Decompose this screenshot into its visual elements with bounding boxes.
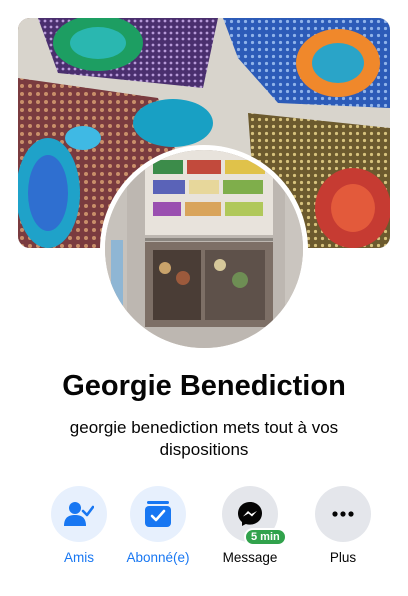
more-button[interactable]: Plus bbox=[298, 486, 388, 565]
profile-name: Georgie Benediction bbox=[62, 370, 346, 402]
profile-actions: Amis Abonné(e) 5 min Message Plus bbox=[0, 486, 408, 576]
subscribed-check-icon bbox=[145, 501, 171, 527]
subscribed-button[interactable]: Abonné(e) bbox=[113, 486, 203, 565]
more-button-label: Plus bbox=[329, 550, 357, 565]
message-button-circle[interactable]: 5 min bbox=[222, 486, 287, 546]
profile-bio: georgie benediction mets tout à vos disp… bbox=[69, 418, 339, 459]
friends-button-label: Amis bbox=[64, 550, 94, 565]
message-button-label: Message bbox=[222, 550, 278, 565]
message-time-badge: 5 min bbox=[244, 528, 287, 546]
more-button-circle[interactable] bbox=[315, 486, 371, 542]
friends-button-circle[interactable] bbox=[51, 486, 107, 542]
friends-check-icon bbox=[64, 502, 94, 526]
friends-button[interactable]: Amis bbox=[34, 486, 124, 565]
more-dots-icon bbox=[332, 511, 354, 517]
message-button[interactable]: 5 min Message bbox=[205, 486, 295, 565]
subscribed-button-circle[interactable] bbox=[130, 486, 186, 542]
messenger-icon bbox=[238, 502, 262, 526]
profile-avatar[interactable] bbox=[105, 150, 303, 348]
subscribed-button-label: Abonné(e) bbox=[126, 550, 190, 565]
